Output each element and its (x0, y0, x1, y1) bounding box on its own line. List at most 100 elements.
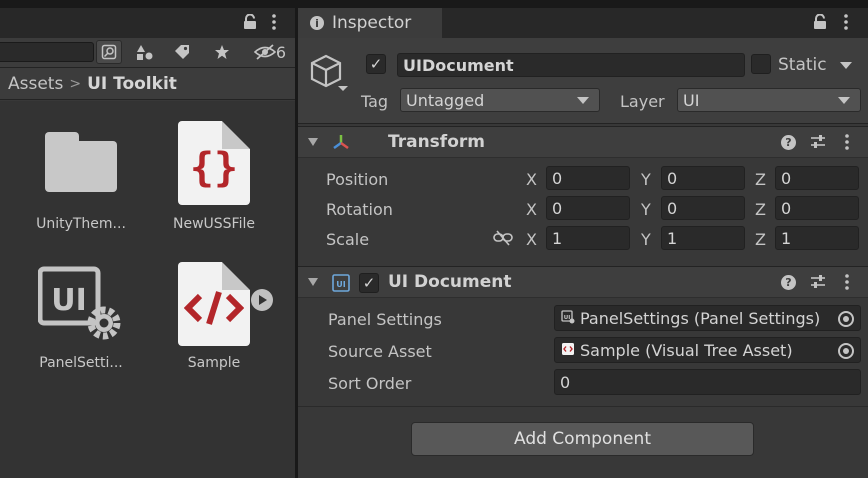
source-asset-value: Sample (Visual Tree Asset) (580, 340, 793, 360)
scale-x-label[interactable]: X (526, 230, 537, 249)
kebab-menu-icon[interactable] (271, 14, 277, 34)
rotation-x-field[interactable]: 0 (546, 196, 630, 220)
scale-label: Scale (326, 230, 370, 249)
presets-icon[interactable] (810, 134, 826, 154)
layer-dropdown[interactable]: UI (677, 88, 861, 112)
panel-settings-icon[interactable]: UI (37, 265, 124, 345)
lock-icon[interactable] (813, 13, 827, 34)
rotation-y-field[interactable]: 0 (661, 196, 745, 220)
sort-order-input[interactable]: 0 (554, 369, 861, 395)
star-icon[interactable] (208, 40, 236, 64)
kebab-menu-icon[interactable] (843, 14, 849, 34)
position-x-field[interactable]: 0 (546, 166, 630, 190)
asset-name: UnityThem... (36, 216, 126, 232)
gameobject-cube-icon[interactable] (310, 54, 350, 98)
static-dropdown[interactable] (840, 54, 862, 78)
rotation-y-value: 0 (667, 198, 678, 218)
hidden-count: 6 (275, 42, 287, 62)
expand-asset-icon[interactable] (251, 289, 273, 311)
object-picker-icon[interactable] (838, 311, 854, 327)
active-checkbox[interactable]: ✓ (366, 54, 386, 74)
scale-z-field[interactable]: 1 (775, 226, 859, 250)
ui-document-header[interactable]: UI ✓ UI Document ? (298, 266, 868, 298)
eye-hidden-icon[interactable]: 6 (250, 40, 290, 64)
scale-y-label[interactable]: Y (641, 230, 651, 249)
position-y-value: 0 (667, 168, 678, 188)
uxml-file-icon[interactable] (178, 262, 250, 346)
asset-name: NewUSSFile (173, 216, 255, 232)
sort-order-label: Sort Order (328, 374, 412, 393)
position-x-label[interactable]: X (526, 170, 537, 189)
constrain-proportions-icon[interactable] (493, 230, 513, 250)
scale-x-field[interactable]: 1 (546, 226, 630, 250)
rotation-z-value: 0 (781, 198, 792, 218)
foldout-arrow-icon[interactable] (308, 138, 318, 146)
scale-z-label[interactable]: Z (755, 230, 766, 249)
object-picker-icon[interactable] (838, 343, 854, 359)
layer-value: UI (683, 90, 700, 110)
foldout-arrow-icon[interactable] (308, 278, 318, 286)
scale-z-value: 1 (781, 228, 792, 248)
inspector-panel: i Inspector ✓ UIDocument Static Tag Unta… (298, 0, 868, 478)
help-icon[interactable]: ? (781, 275, 796, 290)
presets-icon[interactable] (810, 274, 826, 294)
asset-type-filter-icon[interactable] (131, 40, 159, 64)
panel-settings-value: PanelSettings (Panel Settings) (580, 308, 821, 328)
rotation-z-label[interactable]: Z (755, 200, 766, 219)
ui-document-icon: UI (332, 274, 350, 296)
panel-settings-label: Panel Settings (328, 310, 442, 329)
breadcrumb-separator: > (69, 75, 82, 92)
lock-icon[interactable] (243, 13, 257, 34)
project-tab-strip (0, 0, 295, 38)
component-menu-icon[interactable] (844, 274, 850, 294)
static-label: Static (778, 55, 827, 75)
rotation-label: Rotation (326, 200, 393, 219)
scale-x-value: 1 (552, 228, 563, 248)
transform-title: Transform (388, 132, 485, 152)
add-component-label: Add Component (513, 429, 651, 449)
breadcrumb: Assets > UI Toolkit (0, 68, 295, 100)
info-icon: i (310, 16, 324, 30)
asset-name: Sample (187, 355, 241, 371)
tag-dropdown[interactable]: Untagged (400, 88, 600, 112)
breadcrumb-root[interactable]: Assets (8, 74, 63, 94)
rotation-x-label[interactable]: X (526, 200, 537, 219)
gameobject-header: ✓ UIDocument Static Tag Untagged Layer U… (298, 38, 868, 124)
static-checkbox[interactable] (751, 54, 771, 74)
source-asset-field[interactable]: Sample (Visual Tree Asset) (554, 337, 861, 363)
scale-y-field[interactable]: 1 (661, 226, 745, 250)
source-asset-label: Source Asset (328, 342, 432, 361)
project-search-input[interactable] (0, 42, 94, 62)
rotation-z-field[interactable]: 0 (775, 196, 859, 220)
rotation-y-label[interactable]: Y (641, 200, 651, 219)
panel-settings-field[interactable]: UI PanelSettings (Panel Settings) (554, 305, 861, 331)
position-y-field[interactable]: 0 (661, 166, 745, 190)
position-z-field[interactable]: 0 (775, 166, 859, 190)
gameobject-name: UIDocument (403, 55, 514, 75)
gameobject-name-input[interactable]: UIDocument (397, 53, 745, 77)
tab-inspector[interactable]: i Inspector (298, 8, 442, 38)
uss-file-icon[interactable]: {} (178, 121, 250, 205)
position-label: Position (326, 170, 389, 189)
search-by-type-icon[interactable] (96, 40, 122, 64)
position-z-label[interactable]: Z (755, 170, 766, 189)
sort-order-value: 0 (560, 372, 571, 392)
asset-name: PanelSetti... (39, 355, 123, 371)
component-menu-icon[interactable] (844, 134, 850, 154)
transform-axes-icon (331, 133, 351, 157)
add-component-button[interactable]: Add Component (411, 422, 754, 456)
svg-text:UI: UI (564, 315, 571, 321)
layer-label: Layer (620, 92, 665, 111)
help-icon[interactable]: ? (781, 135, 796, 150)
label-icon[interactable] (168, 40, 196, 64)
scale-y-value: 1 (667, 228, 678, 248)
component-divider (298, 406, 868, 407)
project-panel: 6 Assets > UI Toolkit UnityThem... {} Ne… (0, 0, 295, 478)
tag-value: Untagged (406, 90, 485, 110)
folder-icon[interactable] (45, 132, 117, 192)
position-y-label[interactable]: Y (641, 170, 651, 189)
project-toolbar: 6 (0, 38, 295, 68)
breadcrumb-current[interactable]: UI Toolkit (87, 74, 177, 94)
ui-document-enabled-checkbox[interactable]: ✓ (359, 273, 379, 293)
transform-header[interactable]: Transform ? (298, 126, 868, 158)
